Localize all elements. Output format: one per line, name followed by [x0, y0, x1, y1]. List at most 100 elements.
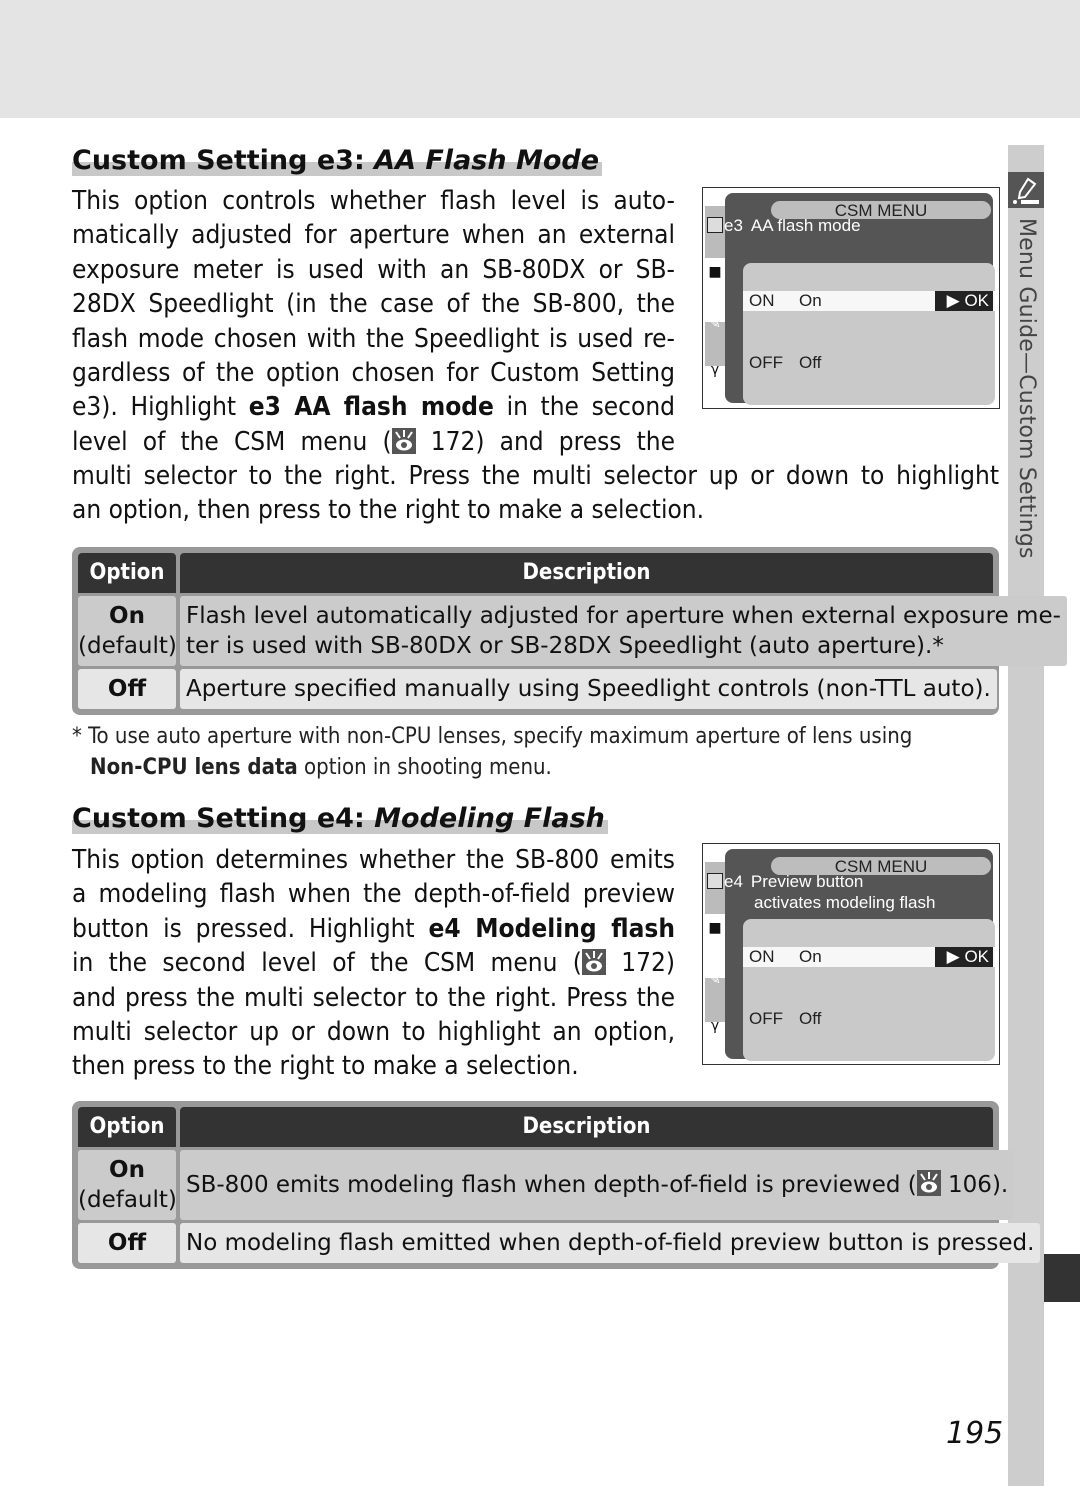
text-line: level of the CSM menu ( 172) and press t…	[72, 425, 675, 459]
text-line: flash mode chosen with the Speedlight is…	[72, 323, 675, 354]
text-run: in the second level of the CSM menu (	[72, 948, 582, 979]
text-run: level of the CSM menu (	[72, 426, 392, 457]
text-line: multi selector to the right. Press the m…	[72, 461, 999, 491]
table-header-row: Option Description	[78, 1107, 993, 1147]
e4-intro-paragraph: This option determines whether the SB-80…	[72, 843, 675, 1084]
ok-button[interactable]: ▶ OK	[935, 947, 993, 967]
ok-button[interactable]: ▶ OK	[935, 291, 993, 311]
text-line: e3). Highlight e3 AA flash mode in the s…	[72, 390, 675, 424]
page-number: 195	[946, 1416, 1004, 1451]
text-line: a modeling flash when the depth-of-field…	[72, 879, 675, 910]
text-line: exposure meter is used with an SB-80DX o…	[72, 254, 675, 285]
heading-e4-prefix: Custom Setting e4:	[72, 803, 375, 834]
option-cell: Off	[78, 1223, 176, 1263]
option-key: ON	[749, 947, 775, 966]
option-key: OFF	[749, 1009, 783, 1028]
option-label: Off	[799, 1009, 822, 1028]
heading-e3-prefix: Custom Setting e3:	[72, 145, 375, 176]
description-cell: Flash level automatically adjusted for a…	[180, 596, 1067, 666]
camera-screen-e4: ■ ✎ γ CSM MENU e4 Preview button activates…	[702, 843, 1000, 1065]
text-line: This option controls whether flash level…	[72, 186, 675, 216]
desc-line: No modeling flash emitted when depth-of-…	[186, 1230, 1035, 1256]
text-line: and press the multi selector to the righ…	[72, 982, 675, 1013]
heading-e3-title: AA Flash Mode	[374, 145, 600, 176]
option-note: (default)	[78, 1187, 177, 1213]
text-line: gardless of the option chosen for Custom…	[72, 358, 675, 389]
item-label: activates modeling flash	[754, 893, 936, 912]
option-cell: On (default)	[78, 1150, 177, 1220]
text-line: This option determines whether the SB-80…	[72, 845, 675, 875]
description-cell: Aperture specified manually using Speedl…	[180, 669, 997, 709]
option-off[interactable]: OFF Off	[749, 1009, 821, 1029]
desc-line: Flash level automatically adjusted for a…	[186, 603, 1061, 629]
option-on[interactable]: ON On	[749, 947, 822, 967]
text-run: button is pressed. Highlight	[72, 913, 429, 944]
option-note: (default)	[78, 633, 177, 659]
option-key: ON	[749, 291, 775, 310]
header-description: Description	[180, 553, 993, 593]
options-panel	[743, 919, 995, 1061]
footnote-line: Non-CPU lens data option in shooting men…	[72, 752, 1002, 783]
playback-icon	[707, 873, 723, 889]
option-label: On	[799, 291, 822, 310]
page-top-band	[0, 0, 1080, 118]
text-line: button is pressed. Highlight e4 Modeling…	[72, 912, 675, 946]
option-name: On	[109, 1157, 145, 1183]
option-label: On	[799, 947, 822, 966]
table-row: Off No modeling flash emitted when depth…	[78, 1223, 1041, 1263]
option-name: Off	[107, 1230, 147, 1256]
option-on[interactable]: ON On	[749, 291, 822, 311]
table-row: On (default) SB-800 emits modeling flash …	[78, 1150, 1015, 1220]
option-off[interactable]: OFF Off	[749, 353, 821, 373]
text-line: then press to the right to make a select…	[72, 1051, 579, 1082]
option-name: Off	[107, 676, 147, 702]
item-code: e4	[724, 872, 743, 891]
page-reference-icon	[581, 949, 606, 976]
page-ref-link[interactable]: 172) and press the	[416, 427, 675, 457]
section-side-label: Menu Guide—Custom Settings	[1014, 218, 1039, 559]
header-option: Option	[78, 1107, 176, 1147]
pencil-icon: ✎	[709, 316, 721, 332]
desc-line: ter is used with SB-80DX or SB-28DX Spee…	[186, 633, 944, 659]
page-reference-icon	[391, 427, 416, 454]
option-key: OFF	[749, 353, 783, 372]
page-ref-link[interactable]: 106).	[941, 1172, 1008, 1198]
menu-item-title: e3 AA flash mode	[724, 215, 861, 236]
text-line: in the second level of the CSM menu ( 17…	[72, 946, 675, 980]
pencil-icon	[1008, 172, 1044, 208]
menu-item-title: e4 Preview button activates modeling flash	[724, 871, 935, 913]
table-row: Off Aperture specified manually using Sp…	[78, 669, 997, 709]
footnote-text: option in shooting menu.	[297, 755, 552, 780]
table-row: On (default) Flash level automatically ad…	[78, 596, 1067, 666]
wrench-icon: γ	[710, 1018, 720, 1034]
desc-line: Aperture specified manually using Speedl…	[186, 676, 991, 702]
option-label: Off	[799, 353, 822, 372]
e3-options-table: Option Description On (default) Flash lev…	[72, 547, 1067, 715]
heading-e4: Custom Setting e4: Modeling Flash	[72, 803, 608, 835]
desc-line: SB-800 emits modeling flash when depth-o…	[186, 1170, 1008, 1200]
option-name: On	[109, 603, 145, 629]
heading-e3: Custom Setting e3: AA Flash Mode	[72, 145, 603, 177]
camera-screen-e3: ■ ✎ γ CSM MENU e3 AA flash mode ON On ▶ OK…	[702, 187, 1000, 409]
camera-icon: ■	[708, 920, 722, 936]
text-run: e3). Highlight	[72, 392, 249, 423]
description-cell: No modeling flash emitted when depth-of-…	[180, 1223, 1041, 1263]
menu-item-ref: e3 AA flash mode	[248, 392, 494, 423]
e3-intro-paragraph: This option controls whether flash level…	[72, 184, 675, 459]
description-cell: SB-800 emits modeling flash when depth-o…	[180, 1150, 1015, 1220]
option-cell: Off	[78, 669, 176, 709]
text-run: SB-800 emits modeling flash when depth-o…	[186, 1172, 917, 1198]
camera-icon: ■	[708, 264, 722, 280]
table-header-row: Option Description	[78, 553, 993, 593]
footnote-line: * To use auto aperture with non-CPU lens…	[72, 724, 913, 749]
text-run: in the second	[493, 392, 676, 423]
menu-item-ref: e4 Modeling flash	[428, 913, 675, 944]
options-panel	[743, 263, 995, 405]
item-label: AA flash mode	[750, 216, 861, 235]
text-line: multi selector up or down to highlight a…	[72, 1017, 675, 1048]
page-ref-link[interactable]: 172)	[606, 948, 675, 978]
page-reference-icon	[916, 1170, 941, 1196]
pencil-icon: ✎	[709, 972, 721, 988]
text-line: an option, then press to the right to ma…	[72, 495, 705, 526]
heading-e4-title: Modeling Flash	[374, 803, 605, 834]
